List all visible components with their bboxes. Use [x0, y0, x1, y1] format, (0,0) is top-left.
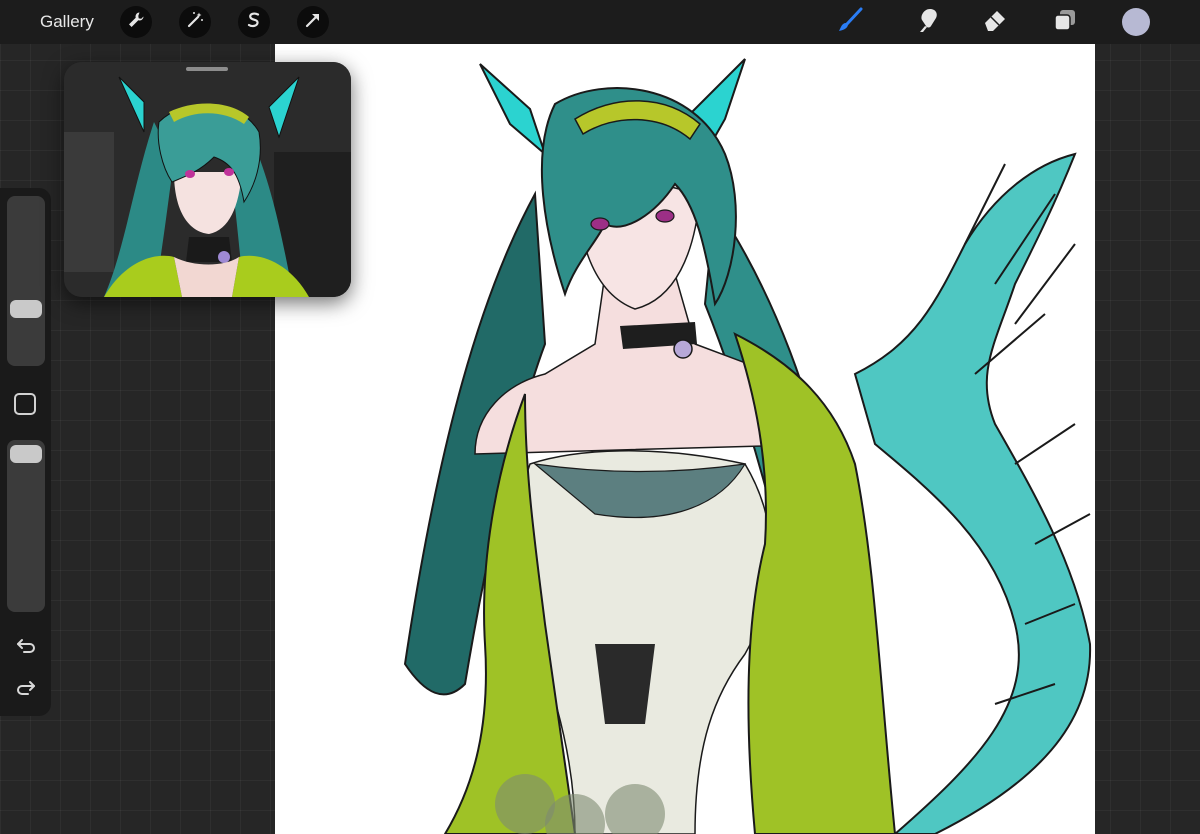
brush-button[interactable] [835, 7, 865, 37]
redo-icon [15, 679, 37, 702]
brush-size-slider[interactable] [7, 196, 45, 366]
brush-size-thumb[interactable] [10, 300, 42, 318]
transform-button[interactable] [297, 6, 329, 38]
wrench-icon [127, 11, 145, 34]
reference-drag-handle[interactable] [186, 67, 228, 71]
layers-icon [1051, 6, 1079, 39]
transform-arrow-icon [304, 11, 322, 34]
undo-button[interactable] [12, 636, 40, 660]
top-toolbar: Gallery [0, 0, 1200, 44]
artwork-illustration [403, 58, 1092, 834]
brush-icon [836, 6, 864, 39]
adjustments-button[interactable] [179, 6, 211, 38]
opacity-slider[interactable] [7, 440, 45, 612]
opacity-thumb[interactable] [10, 445, 42, 463]
selection-icon [245, 11, 263, 34]
eraser-button[interactable] [980, 7, 1010, 37]
gallery-button[interactable]: Gallery [40, 12, 94, 32]
reference-image [64, 62, 351, 297]
color-picker-button[interactable] [1122, 8, 1150, 36]
magic-wand-icon [186, 11, 204, 34]
selection-button[interactable] [238, 6, 270, 38]
left-sidebar [0, 188, 51, 716]
eraser-icon [981, 6, 1009, 39]
modify-button[interactable] [14, 393, 36, 415]
smudge-icon [914, 6, 942, 39]
actions-button[interactable] [120, 6, 152, 38]
redo-button[interactable] [12, 678, 40, 702]
drawing-canvas[interactable] [275, 44, 1095, 834]
smudge-button[interactable] [913, 7, 943, 37]
layers-button[interactable] [1050, 7, 1080, 37]
undo-icon [15, 637, 37, 660]
reference-window[interactable] [64, 62, 351, 297]
